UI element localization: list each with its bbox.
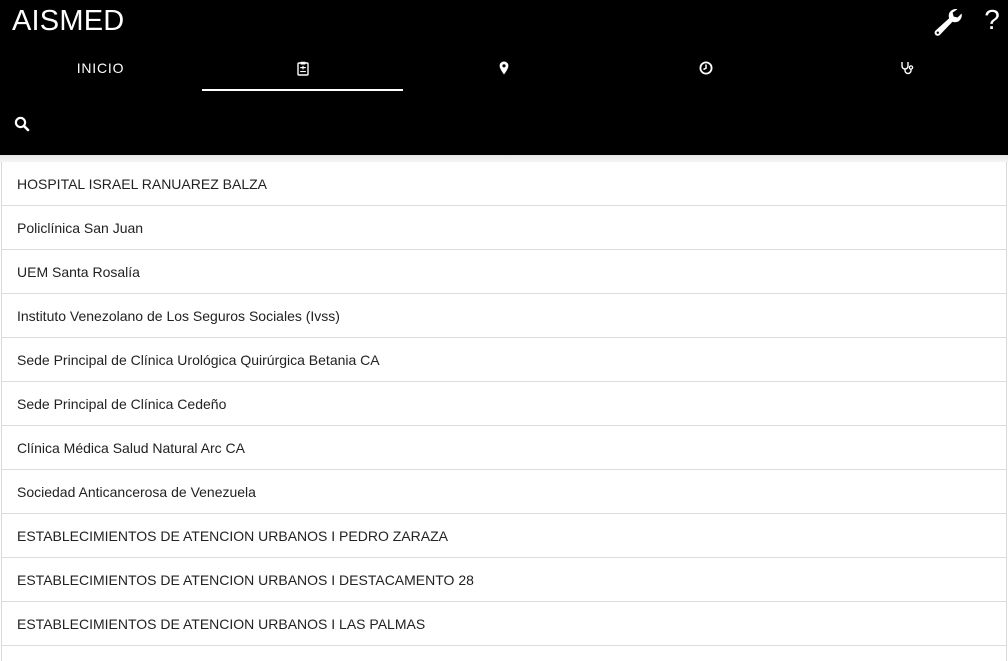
list-item[interactable]: Instituto Venezolano de Los Seguros Soci… <box>2 294 1006 338</box>
active-tab-indicator <box>202 89 403 91</box>
stethoscope-icon <box>900 62 913 75</box>
wrench-icon <box>934 9 962 36</box>
tab-inicio[interactable]: INICIO <box>0 44 201 92</box>
clock-icon <box>699 61 712 75</box>
list-item[interactable]: UEM Santa Rosalía <box>2 250 1006 294</box>
search-icon <box>14 116 30 132</box>
tab-horario[interactable] <box>605 44 806 92</box>
app-title: AISMED <box>12 5 125 37</box>
tab-centros[interactable] <box>202 44 403 92</box>
help-button[interactable]: ? <box>980 2 1004 38</box>
list-item[interactable]: ESTABLECIMIENTOS DE ATENCION URBANOS I P… <box>2 514 1006 558</box>
list-item[interactable] <box>2 646 1006 661</box>
list-item[interactable]: HOSPITAL ISRAEL RANUAREZ BALZA <box>2 162 1006 206</box>
map-marker-icon <box>499 61 508 75</box>
search-button[interactable] <box>13 115 31 133</box>
clipboard-icon <box>296 61 309 76</box>
list-item[interactable]: Sociedad Anticancerosa de Venezuela <box>2 470 1006 514</box>
tab-bar: INICIO <box>0 44 1008 92</box>
list-item[interactable]: Clínica Médica Salud Natural Arc CA <box>2 426 1006 470</box>
settings-button[interactable] <box>930 6 964 38</box>
list-item[interactable]: Sede Principal de Clínica Cedeño <box>2 382 1006 426</box>
list-item[interactable]: ESTABLECIMIENTOS DE ATENCION URBANOS I L… <box>2 602 1006 646</box>
tab-inicio-label: INICIO <box>76 60 125 76</box>
tab-ubicacion[interactable] <box>403 44 604 92</box>
list-item[interactable]: Sede Principal de Clínica Urológica Quir… <box>2 338 1006 382</box>
tab-especialidades[interactable] <box>806 44 1007 92</box>
health-center-list: HOSPITAL ISRAEL RANUAREZ BALZA Policlíni… <box>1 162 1007 661</box>
list-item[interactable]: ESTABLECIMIENTOS DE ATENCION URBANOS I D… <box>2 558 1006 602</box>
app-bar: AISMED ? INICIO <box>0 0 1008 155</box>
list-item[interactable]: Policlínica San Juan <box>2 206 1006 250</box>
